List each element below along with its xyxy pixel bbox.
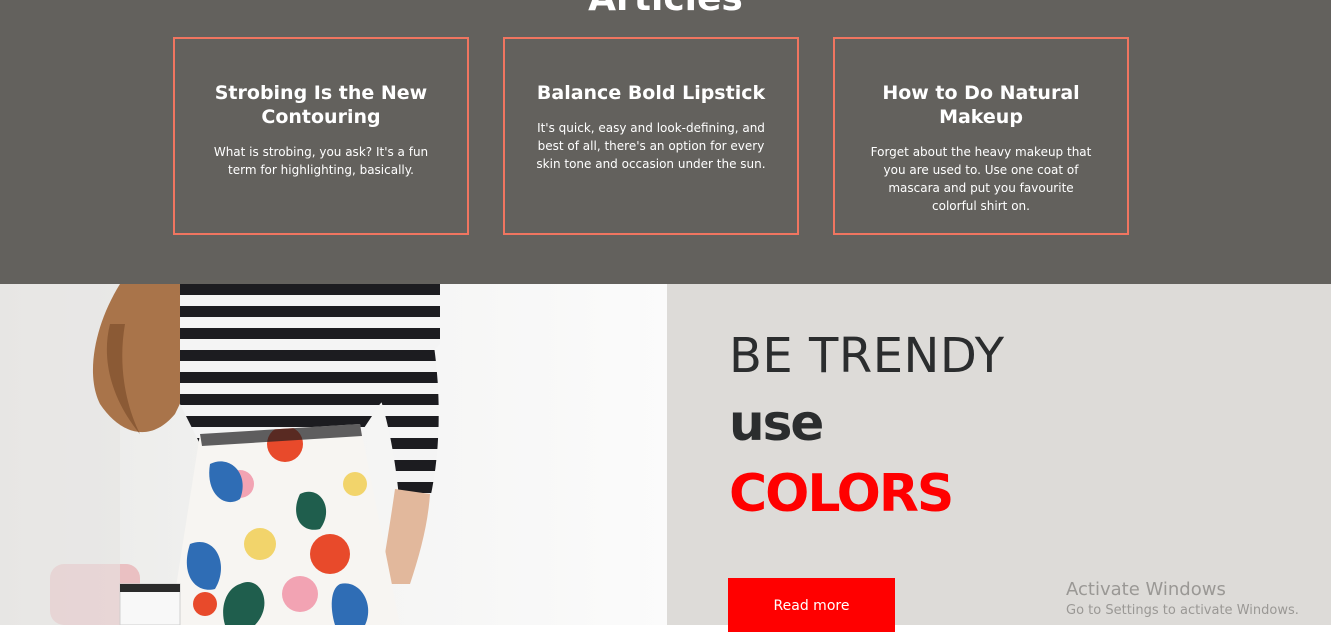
article-card[interactable]: Balance Bold Lipstick It's quick, easy a… <box>503 37 799 235</box>
article-card[interactable]: Strobing Is the New Contouring What is s… <box>173 37 469 235</box>
articles-heading: Articles <box>0 0 1331 19</box>
article-card-text: Forget about the heavy makeup that you a… <box>870 145 1092 213</box>
article-card-text: It's quick, easy and look-defining, and … <box>536 121 766 171</box>
fashion-illustration <box>0 284 440 625</box>
promo-panel: BE TRENDY use COLORS Read more <box>667 284 1331 632</box>
promo-colors-text: COLORS <box>729 464 954 524</box>
article-card-title[interactable]: How to Do Natural Makeup <box>865 81 1097 129</box>
article-card-title[interactable]: Strobing Is the New Contouring <box>205 81 437 129</box>
articles-section: Articles Strobing Is the New Contouring … <box>0 0 1331 284</box>
fashion-photo <box>0 284 667 625</box>
article-card-text: What is strobing, you ask? It's a fun te… <box>213 145 429 177</box>
article-card[interactable]: How to Do Natural Makeup Forget about th… <box>833 37 1129 235</box>
read-more-button[interactable]: Read more <box>728 578 895 632</box>
promo-headline: BE TRENDY <box>729 328 1005 384</box>
promo-use-text: use <box>729 394 824 452</box>
article-card-title[interactable]: Balance Bold Lipstick <box>535 81 767 105</box>
